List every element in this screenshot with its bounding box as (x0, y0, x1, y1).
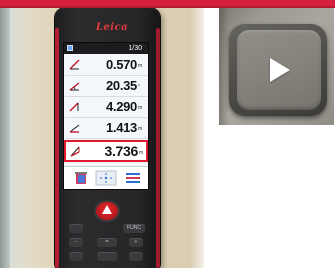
reading-value: 20.35 (105, 78, 137, 93)
slope-distance-icon (69, 59, 80, 70)
reading-row: 1.413 m (65, 118, 147, 139)
reading-row: 20.35 ° (65, 76, 147, 97)
reading-value: 1.413 (105, 120, 137, 135)
keypad: FUNC − = + (63, 198, 153, 268)
measure-button[interactable] (96, 202, 118, 220)
key-bottom-right[interactable] (129, 252, 143, 261)
device-right-grip (156, 28, 160, 268)
key-equals[interactable]: = (97, 238, 117, 247)
measure-icon (102, 205, 112, 214)
key-bottom-left[interactable] (69, 252, 83, 261)
key-plus[interactable]: + (129, 238, 143, 247)
horizontal-distance-icon (69, 124, 80, 133)
status-bar: 1/30 (64, 43, 148, 54)
play-icon (270, 58, 290, 82)
tilt-angle-icon (69, 82, 80, 91)
key-minus[interactable]: − (69, 238, 83, 247)
reading-unit: m (138, 126, 143, 132)
menu-icon[interactable] (122, 170, 144, 186)
laser-distance-meter: Leica 1/30 0.570 m 20.35 ° 4.290 m 1.413… (55, 8, 160, 268)
reading-row: 4.290 m (65, 97, 147, 118)
height-icon (69, 102, 79, 112)
reading-unit: ° (138, 84, 140, 90)
reading-unit: m (139, 150, 144, 156)
reading-value: 0.570 (105, 57, 137, 72)
key-bottom-center[interactable] (97, 252, 117, 261)
mode-icon (67, 45, 73, 51)
reading-row: 0.570 m (65, 55, 147, 76)
play-button-photo[interactable] (219, 8, 334, 125)
camera-target-icon[interactable] (95, 170, 117, 186)
reading-value: 4.290 (105, 99, 137, 114)
status-indicator: 1/30 (128, 45, 142, 52)
reading-unit: m (138, 63, 143, 69)
device-left-grip (55, 28, 59, 268)
func-key[interactable]: FUNC (123, 224, 145, 233)
device-photo: Leica 1/30 0.570 m 20.35 ° 4.290 m 1.413… (0, 8, 204, 268)
brand-logo: Leica (95, 22, 129, 33)
trash-icon[interactable] (70, 170, 92, 186)
softkey-bar (64, 166, 148, 189)
reading-row-highlighted: 3.736 m (64, 140, 148, 162)
device-screen: 1/30 0.570 m 20.35 ° 4.290 m 1.413 m 3.7… (63, 42, 149, 190)
reading-value: 3.736 (104, 143, 138, 159)
key-left[interactable] (69, 224, 83, 233)
height-tracking-icon (70, 146, 80, 157)
reading-unit: m (138, 105, 143, 111)
